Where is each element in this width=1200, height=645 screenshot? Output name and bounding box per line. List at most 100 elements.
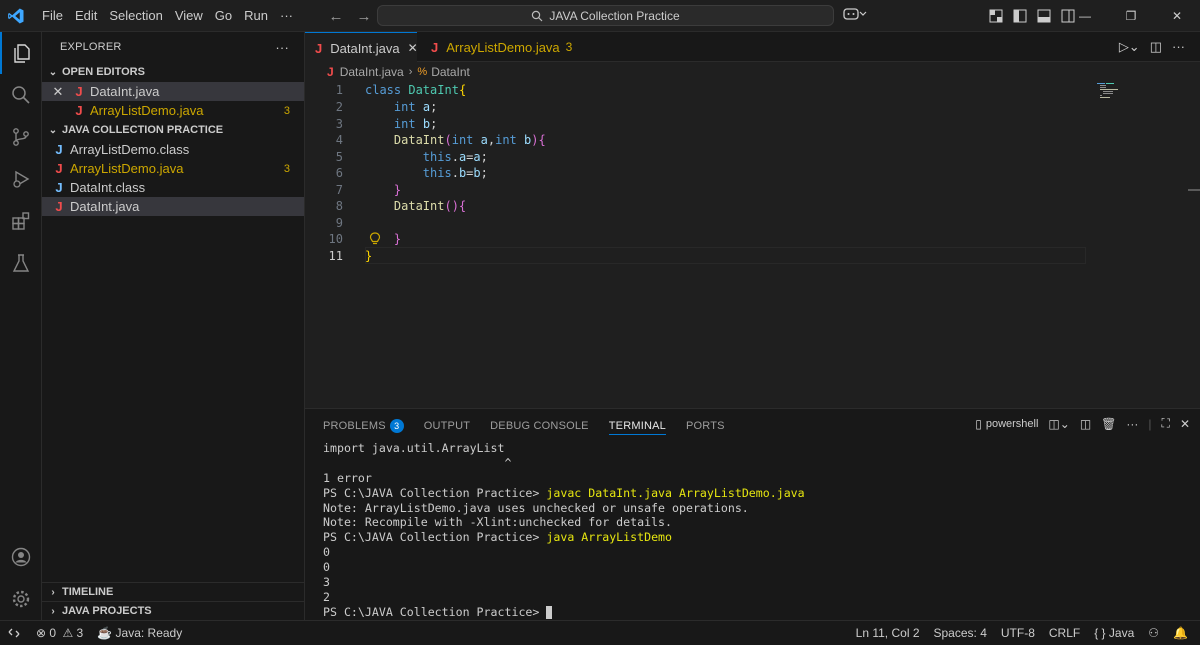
file-item[interactable]: J ArrayListDemo.class (42, 140, 304, 159)
menu-view[interactable]: View (169, 0, 209, 32)
minimize-icon[interactable]: — (1062, 0, 1108, 32)
chevron-right-icon: › (51, 586, 55, 598)
workspace-section[interactable]: ⌄ JAVA COLLECTION PRACTICE (42, 120, 304, 140)
trash-icon[interactable]: 🗑 (1101, 417, 1116, 431)
menu-more[interactable]: ··· (274, 0, 299, 32)
timeline-section[interactable]: › TIMELINE (42, 582, 305, 601)
file-item[interactable]: J DataInt.java (42, 197, 304, 216)
terminal-cursor (546, 605, 553, 619)
close-window-icon[interactable]: ✕ (1154, 0, 1200, 32)
tab-terminal[interactable]: TERMINAL (608, 417, 666, 435)
file-item[interactable]: J DataInt.class (42, 178, 304, 197)
tab-arraylistdemo-java[interactable]: J ArrayListDemo.java 3 (421, 32, 582, 62)
scrollbar-marker (1188, 189, 1200, 191)
menu-file[interactable]: File (36, 0, 69, 32)
end-of-line[interactable]: CRLF (1049, 626, 1080, 640)
java-file-icon: J (327, 65, 334, 79)
breadcrumb-file[interactable]: DataInt.java (340, 65, 404, 79)
menu-edit[interactable]: Edit (69, 0, 103, 32)
copilot-icon[interactable] (843, 6, 867, 25)
terminal-output[interactable]: import java.util.ArrayList ^ 1 error PS … (323, 441, 805, 620)
restore-icon[interactable]: ❐ (1108, 0, 1154, 32)
status-bar: ⊗ 0 ⚠ 3 ☕ Java: Ready Ln 11, Col 2 Space… (0, 620, 1200, 645)
layout-split-icon[interactable]: ◫ (1080, 417, 1091, 431)
bottom-panel: PROBLEMS 3 OUTPUT DEBUG CONSOLE TERMINAL… (305, 408, 1200, 620)
minimap[interactable] (1097, 82, 1127, 102)
menu-selection[interactable]: Selection (103, 0, 168, 32)
terminal-prompt: PS C:\JAVA Collection Practice> (323, 604, 547, 619)
java-projects-label: JAVA PROJECTS (62, 605, 152, 617)
close-icon[interactable]: ✕ (52, 84, 64, 100)
explorer-header: EXPLORER ··· (42, 32, 304, 62)
toggle-primary-sidebar-icon[interactable] (1012, 8, 1028, 24)
open-editor-item[interactable]: ✕ J DataInt.java (42, 82, 304, 101)
tab-debug-console[interactable]: DEBUG CONSOLE (490, 417, 589, 435)
toggle-panel-icon[interactable] (1036, 8, 1052, 24)
split-editor-icon[interactable]: ◫ (1150, 39, 1162, 55)
coffee-icon: ☕ (97, 626, 113, 640)
tab-label: DataInt.java (330, 40, 400, 56)
breadcrumb-symbol[interactable]: DataInt (431, 65, 470, 79)
more-actions-icon[interactable]: ··· (1172, 39, 1185, 55)
command-center-search[interactable]: JAVA Collection Practice (377, 5, 834, 26)
forward-arrow-icon[interactable]: → (354, 6, 374, 26)
code-editor[interactable]: 1 2 3 4 5 6 7 8 9 10 11 class DataInt{ i… (305, 82, 1200, 408)
copilot-status-icon[interactable]: ⚇ (1148, 626, 1159, 640)
notifications-bell-icon[interactable]: 🔔 (1173, 626, 1188, 640)
split-terminal-icon[interactable]: ◫⌄ (1048, 417, 1069, 431)
workspace-label: JAVA COLLECTION PRACTICE (62, 124, 224, 136)
close-panel-icon[interactable]: ✕ (1180, 417, 1190, 431)
file-item[interactable]: J ArrayListDemo.java 3 (42, 159, 304, 178)
indentation[interactable]: Spaces: 4 (934, 626, 987, 640)
customize-layout-icon[interactable] (988, 8, 1004, 24)
class-file-icon: J (55, 180, 63, 195)
remote-icon[interactable] (0, 621, 28, 645)
manage-gear-icon[interactable] (0, 578, 42, 620)
terminal-prompt: PS C:\JAVA Collection Practice> (323, 530, 547, 545)
warning-count: 3 (76, 626, 84, 640)
problems-status[interactable]: ⊗ 0 ⚠ 3 (36, 626, 83, 640)
window-controls: — ❐ ✕ (1062, 0, 1200, 32)
tab-problems[interactable]: PROBLEMS 3 (323, 417, 404, 435)
line-number: 3 (335, 117, 343, 131)
encoding[interactable]: UTF-8 (1001, 626, 1035, 640)
terminal-icon: ▯ (975, 416, 982, 431)
cursor-position[interactable]: Ln 11, Col 2 (856, 626, 920, 640)
explorer-sidebar: EXPLORER ··· ⌄ OPEN EDITORS ✕ J DataInt.… (42, 32, 305, 620)
problems-count-badge: 3 (389, 419, 404, 433)
tab-dataint-java[interactable]: J DataInt.java ✕ (305, 32, 418, 63)
back-arrow-icon[interactable]: ← (326, 6, 346, 26)
testing-flask-icon[interactable] (0, 242, 42, 284)
explorer-icon[interactable] (0, 32, 42, 74)
run-debug-icon[interactable] (0, 158, 42, 200)
source-control-icon[interactable] (0, 116, 42, 158)
maximize-panel-icon[interactable]: ⛶ (1162, 416, 1170, 431)
menu-go[interactable]: Go (209, 0, 238, 32)
open-editor-name: ArrayListDemo.java (90, 103, 204, 118)
open-editor-item[interactable]: J ArrayListDemo.java 3 (42, 101, 304, 120)
code-line: int b; (393, 117, 438, 131)
menu-run[interactable]: Run (238, 0, 274, 32)
close-icon[interactable]: ✕ (408, 41, 418, 55)
run-play-icon[interactable]: ▷⌄ (1119, 39, 1140, 55)
java-status[interactable]: ☕ Java: Ready (97, 626, 182, 640)
terminal-line: import java.util.ArrayList (323, 441, 505, 455)
search-icon[interactable] (0, 74, 42, 116)
divider: | (1148, 416, 1152, 431)
accounts-icon[interactable] (0, 536, 42, 578)
code-line: DataInt(int a,int b){ (393, 133, 546, 147)
explorer-more-button[interactable]: ··· (275, 40, 289, 55)
extensions-icon[interactable] (0, 200, 42, 242)
lightbulb-icon[interactable] (369, 232, 381, 246)
open-editor-name: DataInt.java (90, 84, 160, 99)
java-projects-section[interactable]: › JAVA PROJECTS (42, 601, 305, 620)
terminal-prompt: PS C:\JAVA Collection Practice> (323, 485, 547, 500)
more-actions-icon[interactable]: ··· (1126, 417, 1138, 431)
language-mode[interactable]: { } Java (1094, 626, 1134, 640)
navigation-arrows: ← → (326, 6, 374, 26)
tab-output[interactable]: OUTPUT (424, 417, 470, 435)
line-number: 5 (335, 150, 343, 164)
tab-ports[interactable]: PORTS (686, 417, 725, 435)
open-editors-section[interactable]: ⌄ OPEN EDITORS (42, 62, 304, 82)
terminal-shell-name[interactable]: powershell (986, 418, 1039, 430)
